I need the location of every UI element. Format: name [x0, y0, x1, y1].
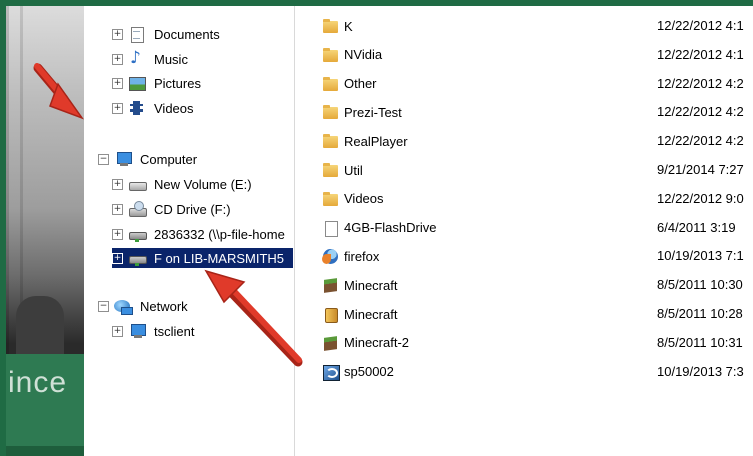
annotation-overlay [33, 63, 303, 367]
window-frame: ince + Documents + Music + Pictures + Vi… [6, 6, 753, 456]
red-arrow-computer [33, 63, 85, 120]
red-arrow-f-drive [204, 269, 303, 367]
